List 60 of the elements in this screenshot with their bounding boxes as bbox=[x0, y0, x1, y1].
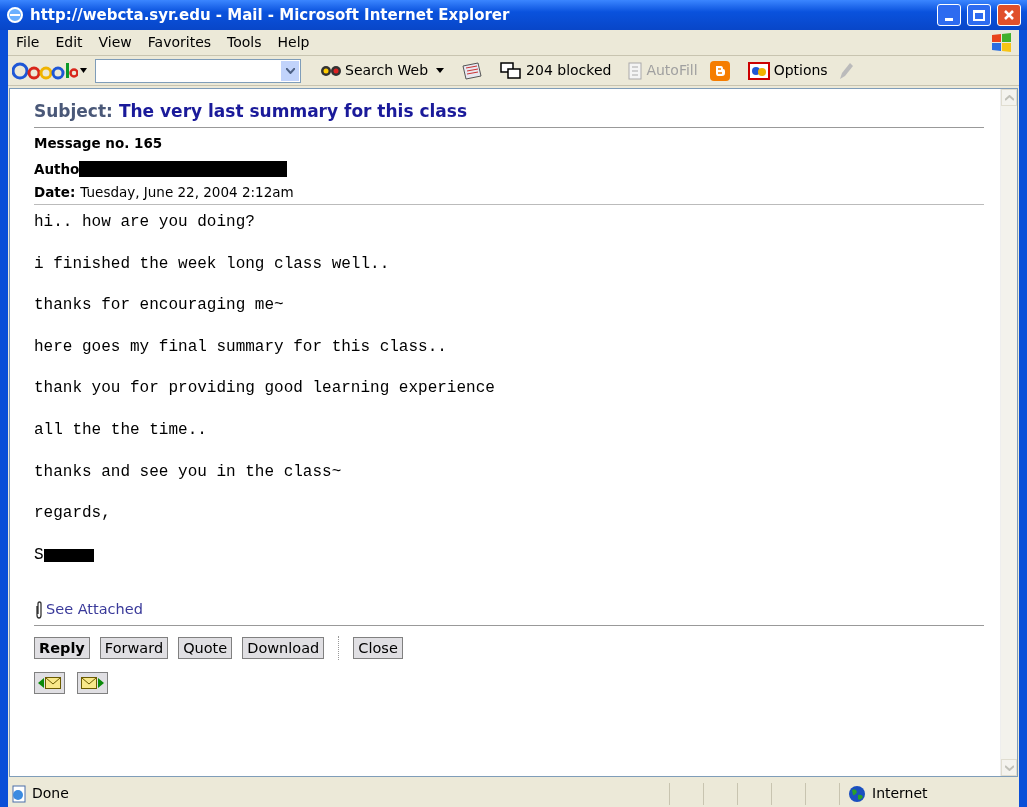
signature-text: S bbox=[34, 545, 44, 565]
dropdown-arrow-icon[interactable] bbox=[436, 68, 445, 73]
dropdown-button[interactable] bbox=[281, 60, 299, 81]
minimize-button[interactable] bbox=[937, 4, 961, 26]
zone-text: Internet bbox=[872, 784, 928, 803]
envelope-icon bbox=[81, 676, 97, 689]
message-number: Message no. 165 bbox=[34, 133, 163, 153]
body-line: all the the time.. bbox=[34, 420, 207, 440]
close-button[interactable] bbox=[997, 4, 1021, 26]
status-text: Done bbox=[32, 784, 69, 803]
menu-item[interactable]: View bbox=[90, 32, 140, 53]
date-label: Date: bbox=[34, 182, 76, 202]
maximize-button[interactable] bbox=[967, 4, 991, 26]
window-title: http://webcta.syr.edu - Mail - Microsoft Internet Explorer bbox=[30, 4, 511, 26]
menu-item[interactable]: File bbox=[8, 32, 48, 53]
redaction-bar bbox=[43, 548, 94, 562]
message-action-button[interactable]: Quote bbox=[178, 636, 233, 659]
menu-item[interactable]: Help bbox=[269, 32, 318, 53]
chevron-up-icon bbox=[1004, 94, 1014, 101]
next-message-button[interactable] bbox=[77, 671, 108, 694]
menu-item[interactable]: Tools bbox=[219, 32, 270, 53]
form-icon bbox=[627, 61, 644, 80]
paperclip-icon bbox=[34, 600, 44, 619]
options-button[interactable]: Options bbox=[747, 60, 828, 81]
binoculars-icon bbox=[321, 65, 341, 76]
popup-blocker-button[interactable]: 204 blocked bbox=[500, 60, 612, 81]
body-line: i finished the week long class well.. bbox=[34, 254, 390, 274]
author-label: Autho bbox=[34, 159, 80, 179]
message-action-button[interactable]: Download bbox=[242, 636, 325, 659]
chevron-down-icon bbox=[1004, 764, 1014, 771]
close-icon bbox=[1003, 9, 1015, 21]
message-action-button[interactable]: Reply bbox=[34, 636, 90, 659]
menu-item[interactable]: Favorites bbox=[139, 32, 220, 53]
message-action-button[interactable]: Forward bbox=[99, 636, 169, 659]
left-arrow-icon bbox=[38, 677, 44, 688]
body-line: thanks for encouraging me~ bbox=[34, 296, 284, 316]
search-web-button[interactable]: Search Web bbox=[321, 60, 429, 81]
body-line: here goes my final summary for this class.. bbox=[34, 337, 447, 357]
page-icon bbox=[10, 784, 28, 803]
see-attached-link[interactable]: See Attached bbox=[46, 598, 143, 621]
blogger-icon[interactable] bbox=[709, 60, 730, 81]
body-line: thank you for providing good learning experience bbox=[34, 379, 495, 399]
date-text: Tuesday, June 22, 2004 2:12am bbox=[80, 182, 294, 202]
globe-icon bbox=[848, 784, 866, 803]
body-line: thanks and see you in the class~ bbox=[34, 462, 342, 482]
chevron-down-icon bbox=[285, 67, 295, 74]
body-line: hi.. how are you doing? bbox=[34, 213, 255, 232]
search-field[interactable] bbox=[95, 58, 301, 83]
right-arrow-icon bbox=[98, 677, 104, 688]
message-action-button[interactable]: Close bbox=[353, 636, 403, 659]
subject-text: The very last summary for this class bbox=[118, 100, 468, 123]
body-line: regards, bbox=[34, 504, 111, 524]
browser-icon bbox=[6, 6, 24, 24]
menu-item[interactable]: Edit bbox=[47, 32, 91, 53]
subject-label: Subject: bbox=[34, 100, 113, 123]
envelope-icon bbox=[45, 676, 61, 689]
options-icon bbox=[747, 60, 770, 81]
news-icon[interactable] bbox=[460, 60, 485, 81]
windows-stack-icon bbox=[500, 61, 523, 80]
previous-message-button[interactable] bbox=[34, 671, 65, 694]
